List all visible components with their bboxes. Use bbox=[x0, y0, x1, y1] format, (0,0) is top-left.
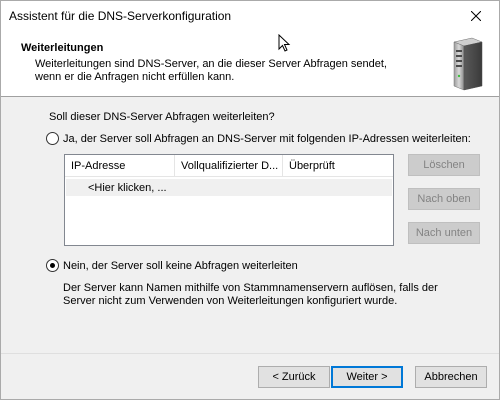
wizard-header: Weiterleitungen Weiterleitungen sind DNS… bbox=[1, 31, 499, 97]
placeholder-row-text: <Hier klicken, ... bbox=[88, 182, 167, 194]
move-down-button[interactable]: Nach unten bbox=[408, 222, 480, 244]
column-header-fqdn[interactable]: Vollqualifizierter D... bbox=[175, 155, 283, 176]
delete-button[interactable]: Löschen bbox=[408, 154, 480, 176]
radio-forward-yes[interactable]: Ja, der Server soll Abfragen an DNS-Serv… bbox=[46, 132, 471, 145]
radio-forward-yes-label: Ja, der Server soll Abfragen an DNS-Serv… bbox=[63, 132, 471, 145]
move-up-button[interactable]: Nach oben bbox=[408, 188, 480, 210]
header-subtitle: Weiterleitungen sind DNS-Server, an die … bbox=[35, 58, 387, 83]
table-header: IP-Adresse Vollqualifizierter D... Überp… bbox=[65, 155, 393, 177]
server-icon bbox=[453, 37, 483, 91]
close-button[interactable] bbox=[453, 1, 499, 31]
footer-divider bbox=[1, 353, 499, 354]
back-button[interactable]: < Zurück bbox=[258, 366, 330, 388]
column-header-validated[interactable]: Überprüft bbox=[283, 155, 393, 176]
description-text: Der Server kann Namen mithilfe von Stamm… bbox=[63, 282, 438, 307]
mouse-cursor-icon bbox=[278, 34, 291, 52]
radio-button[interactable] bbox=[46, 132, 59, 145]
radio-forward-no-label: Nein, der Server soll keine Abfragen wei… bbox=[63, 259, 298, 272]
wizard-window: Assistent für die DNS-Serverkonfiguratio… bbox=[0, 0, 500, 400]
title-bar[interactable]: Assistent für die DNS-Serverkonfiguratio… bbox=[1, 1, 499, 31]
question-label: Soll dieser DNS-Server Abfragen weiterle… bbox=[49, 111, 275, 123]
next-button[interactable]: Weiter > bbox=[331, 366, 403, 388]
table-row[interactable]: <Hier klicken, ... bbox=[66, 179, 392, 196]
cancel-button[interactable]: Abbrechen bbox=[415, 366, 487, 388]
window-title: Assistent für die DNS-Serverkonfiguratio… bbox=[9, 9, 232, 23]
radio-forward-no[interactable]: Nein, der Server soll keine Abfragen wei… bbox=[46, 259, 298, 272]
header-title: Weiterleitungen bbox=[21, 42, 104, 54]
forwarders-table[interactable]: IP-Adresse Vollqualifizierter D... Überp… bbox=[64, 154, 394, 246]
close-icon bbox=[471, 11, 481, 21]
column-header-ip[interactable]: IP-Adresse bbox=[65, 155, 175, 176]
radio-button-selected[interactable] bbox=[46, 259, 59, 272]
